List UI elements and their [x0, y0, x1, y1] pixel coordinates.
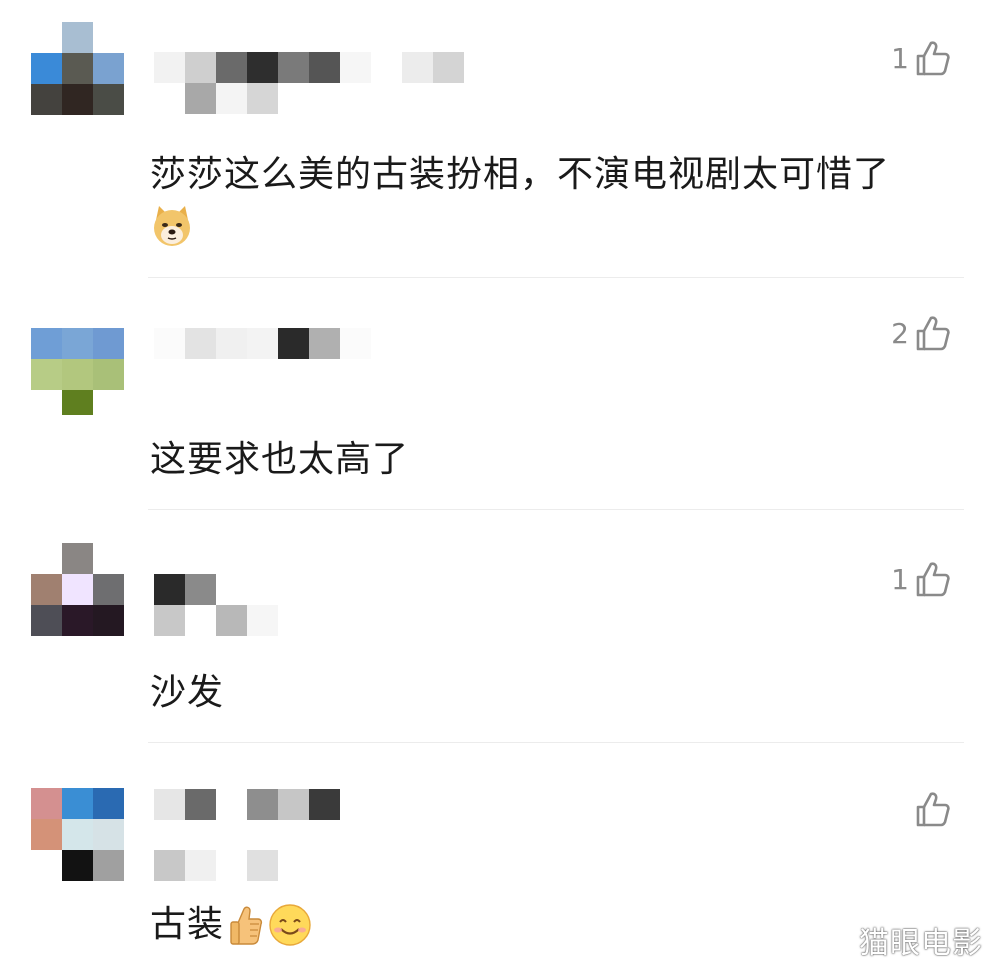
like-button[interactable]: 1 — [891, 38, 951, 78]
doge-emoji-icon — [154, 206, 190, 246]
avatar[interactable] — [31, 788, 124, 881]
username-secondary — [154, 850, 464, 881]
avatar-bottom — [62, 390, 93, 415]
username[interactable] — [154, 574, 464, 636]
watermark: 猫眼电影 — [859, 926, 983, 961]
divider — [148, 277, 964, 278]
like-button[interactable]: 1 — [891, 559, 951, 599]
divider — [148, 509, 964, 510]
like-count: 1 — [891, 41, 909, 75]
username[interactable] — [154, 52, 464, 114]
like-count: 1 — [891, 562, 909, 596]
smile-emoji-icon — [269, 904, 311, 946]
like-button[interactable]: 2 — [891, 313, 951, 353]
comment-text: 这要求也太高了 — [150, 439, 410, 480]
username[interactable] — [154, 328, 464, 359]
comment-text: 莎莎这么美的古装扮相，不演电视剧太可惜了 — [150, 154, 891, 195]
avatar[interactable] — [31, 297, 124, 390]
thumbs-up-outline-icon — [916, 562, 950, 597]
thumbs-up-outline-icon — [916, 792, 950, 827]
divider — [148, 742, 964, 743]
comment-text: 沙发 — [150, 672, 225, 713]
thumbs-up-outline-icon — [916, 316, 950, 351]
avatar[interactable] — [31, 22, 124, 115]
thumbs-up-emoji-icon — [230, 906, 263, 945]
avatar[interactable] — [31, 543, 124, 636]
like-button[interactable] — [909, 789, 951, 829]
like-count: 2 — [891, 316, 909, 350]
username[interactable] — [154, 789, 464, 820]
comment-text: 古装 — [150, 904, 225, 945]
thumbs-up-outline-icon — [916, 41, 950, 76]
